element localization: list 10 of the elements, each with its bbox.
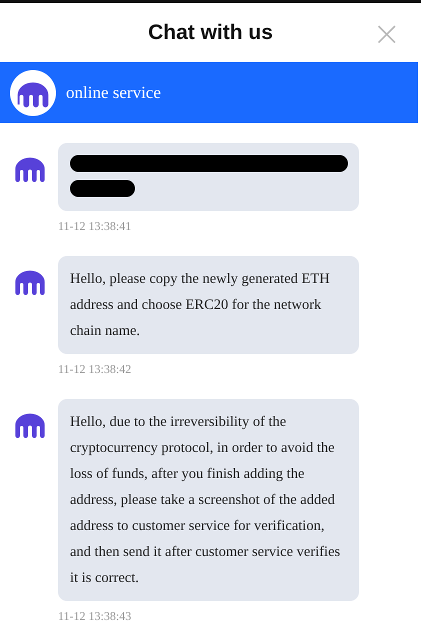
chat-title: Chat with us bbox=[148, 20, 273, 45]
close-button[interactable]: × bbox=[372, 17, 401, 51]
message-bubble: Hello, please copy the newly generated ETH address and choose ERC20 for the network chain name. bbox=[58, 256, 359, 354]
message-time: 11-12 13:38:42 bbox=[58, 362, 132, 377]
message-bubble: Hello, due to the irreversibility of the cryptocurrency protocol, in order to avoid the loss of funds, after you finish adding the address, please take a screenshot of the added address to customer service for verification, and then send it after customer service verifies it is correct. bbox=[58, 399, 359, 601]
message-time: 11-12 13:38:41 bbox=[58, 219, 132, 234]
redaction-bar bbox=[70, 180, 135, 197]
agent-name: online service bbox=[66, 82, 161, 103]
message-time: 11-12 13:38:43 bbox=[58, 609, 132, 624]
avatar-icon bbox=[10, 70, 56, 116]
